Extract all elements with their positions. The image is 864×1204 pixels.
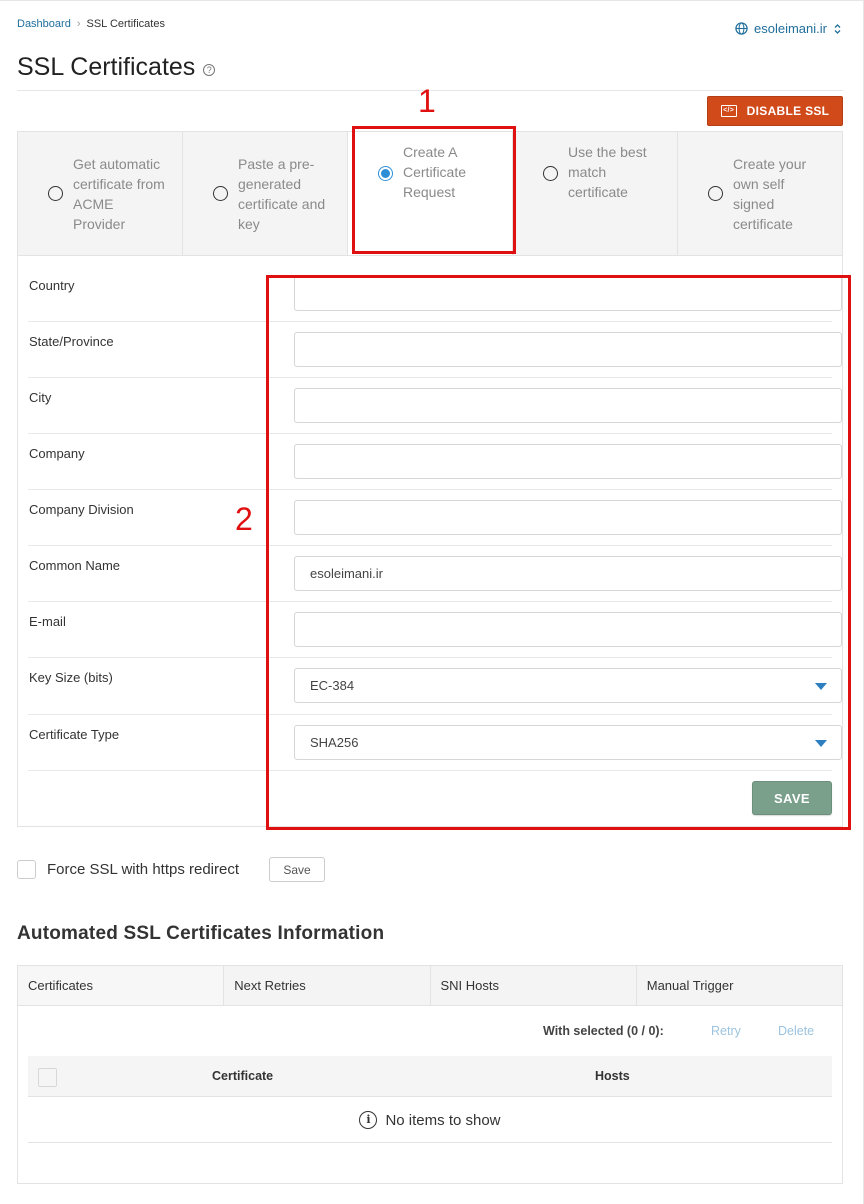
force-ssl-save-button[interactable]: Save	[269, 857, 325, 882]
breadcrumb-separator: ›	[76, 18, 81, 30]
option-self-signed-label: Create your own self signed certificate	[733, 155, 807, 232]
domain-name: esoleimani.ir	[754, 21, 827, 36]
retry-link[interactable]: Retry	[711, 1024, 741, 1038]
caret-down-icon	[815, 740, 827, 747]
city-input[interactable]	[294, 388, 842, 423]
automated-section-title: Automated SSL Certificates Information	[17, 923, 385, 944]
globe-icon	[735, 22, 748, 35]
radio-paste-certificate[interactable]	[213, 186, 228, 201]
cert-type-value: SHA256	[310, 735, 359, 750]
city-label: City	[29, 390, 52, 405]
column-certificate[interactable]: Certificate	[212, 1069, 273, 1083]
force-ssl-label: Force SSL with https redirect	[47, 861, 240, 878]
page-title: SSL Certificates ?	[17, 53, 216, 82]
division-input[interactable]	[294, 500, 842, 535]
tab-certificates[interactable]: Certificates	[18, 966, 224, 1005]
select-all-checkbox[interactable]	[38, 1068, 57, 1087]
state-label: State/Province	[29, 334, 114, 349]
empty-message: No items to show	[385, 1111, 501, 1129]
option-acme[interactable]: Get automatic certificate from ACME Prov…	[18, 132, 183, 255]
delete-link[interactable]: Delete	[778, 1024, 814, 1038]
breadcrumb-current: SSL Certificates	[86, 18, 165, 30]
form-row-state: State/Province	[28, 322, 842, 378]
cert-type-select[interactable]: SHA256	[294, 725, 842, 760]
with-selected-count: With selected (0 / 0):	[543, 1024, 664, 1038]
key-size-label: Key Size (bits)	[29, 670, 113, 685]
company-input[interactable]	[294, 444, 842, 479]
domain-switcher[interactable]: esoleimani.ir	[735, 21, 842, 36]
chevron-up-down-icon	[833, 23, 842, 35]
form-row-city: City	[28, 378, 842, 434]
form-row-cert-type: Certificate Type SHA256	[28, 715, 842, 771]
certificate-option-tabs: Get automatic certificate from ACME Prov…	[17, 131, 843, 256]
common-name-label: Common Name	[29, 558, 121, 573]
form-row-company: Company	[28, 434, 842, 490]
breadcrumb-dashboard-link[interactable]: Dashboard	[17, 18, 71, 30]
form-row-email: E-mail	[28, 602, 842, 658]
country-input[interactable]	[294, 276, 842, 311]
email-input[interactable]	[294, 612, 842, 647]
table-header	[28, 1056, 832, 1097]
page-title-text: SSL Certificates	[17, 53, 196, 81]
form-row-division: Company Division	[28, 490, 842, 546]
save-button[interactable]: SAVE	[752, 781, 832, 815]
option-best-match[interactable]: Use the best match certificate	[513, 132, 678, 255]
radio-self-signed[interactable]	[708, 186, 723, 201]
column-hosts[interactable]: Hosts	[595, 1069, 630, 1083]
tab-next-retries[interactable]: Next Retries	[223, 966, 430, 1005]
cert-type-label: Certificate Type	[29, 727, 120, 742]
form-row-country: Country	[28, 256, 842, 322]
tab-sni-hosts[interactable]: SNI Hosts	[429, 966, 636, 1005]
radio-create-request[interactable]	[378, 166, 393, 181]
annotation-number-1: 1	[418, 83, 436, 119]
option-acme-label: Get automatic certificate from ACME Prov…	[73, 155, 165, 232]
option-create-request-label: Create A Certificate Request	[403, 144, 467, 200]
state-input[interactable]	[294, 332, 842, 367]
option-self-signed[interactable]: Create your own self signed certificate	[678, 132, 842, 255]
division-label: Company Division	[29, 502, 134, 517]
country-label: Country	[29, 278, 75, 293]
empty-table-row: i No items to show	[28, 1098, 832, 1143]
option-paste-certificate-label: Paste a pre-generated certificate and ke…	[238, 155, 326, 232]
form-row-key-size: Key Size (bits) EC-384	[28, 658, 842, 715]
key-size-select[interactable]: EC-384	[294, 668, 842, 703]
company-label: Company	[29, 446, 85, 461]
option-best-match-label: Use the best match certificate	[568, 144, 647, 200]
info-icon: i	[359, 1111, 378, 1129]
caret-down-icon	[815, 683, 827, 690]
breadcrumb: Dashboard › SSL Certificates	[17, 18, 165, 30]
annotation-number-2: 2	[235, 501, 253, 537]
radio-best-match[interactable]	[543, 166, 558, 181]
radio-acme[interactable]	[48, 186, 63, 201]
automated-tabs: Certificates Next Retries SNI Hosts Manu…	[17, 965, 843, 1006]
key-size-value: EC-384	[310, 678, 355, 693]
disable-ssl-label: DISABLE SSL	[746, 104, 830, 118]
common-name-input[interactable]: esoleimani.ir	[294, 556, 842, 591]
certificate-request-form: Country State/Province City Company Comp…	[17, 256, 843, 827]
form-row-common-name: Common Name esoleimani.ir	[28, 546, 842, 602]
tab-manual-trigger[interactable]: Manual Trigger	[635, 966, 842, 1005]
option-create-request[interactable]: Create A Certificate Request	[348, 132, 513, 255]
force-ssl-checkbox[interactable]	[17, 860, 36, 879]
help-icon[interactable]: ?	[203, 63, 216, 76]
email-label: E-mail	[29, 614, 66, 629]
disable-ssl-button[interactable]: </> DISABLE SSL	[707, 96, 843, 126]
option-paste-certificate[interactable]: Paste a pre-generated certificate and ke…	[183, 132, 348, 255]
code-window-icon: </>	[720, 105, 737, 117]
